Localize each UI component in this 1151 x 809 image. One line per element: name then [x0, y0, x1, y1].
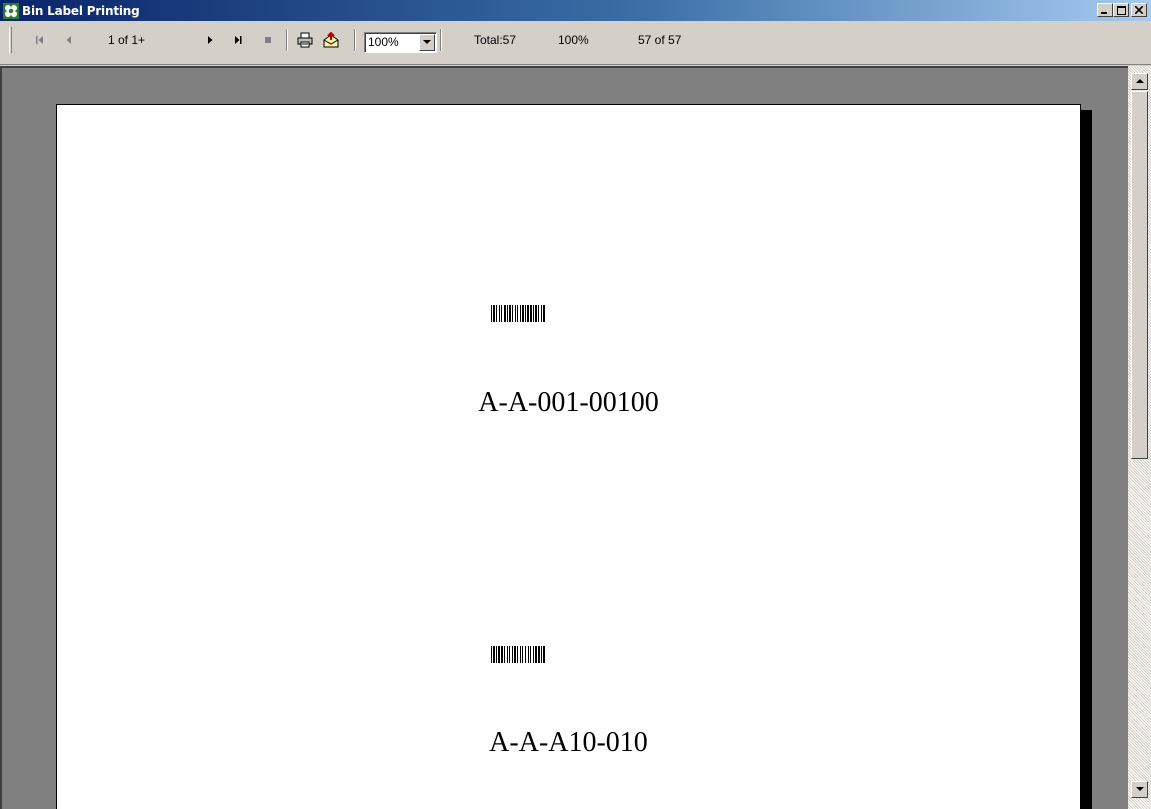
record-count: 57 of 57: [638, 21, 708, 59]
report-page: A-A-001-00100 A-A-A10-010: [56, 104, 1081, 809]
barcode-bar: [493, 305, 495, 322]
vertical-scrollbar[interactable]: [1128, 66, 1151, 809]
barcode-bar: [522, 305, 524, 322]
barcode-bar: [496, 305, 497, 322]
barcode-bar: [507, 646, 508, 663]
record-count-text: 57 of 57: [638, 33, 682, 47]
report-preview-area[interactable]: A-A-001-00100 A-A-A10-010: [0, 66, 1128, 809]
barcode-bar: [522, 646, 523, 663]
barcode-bar: [507, 305, 508, 322]
first-page-icon: [36, 36, 43, 44]
export-icon: [323, 32, 339, 48]
barcode-bar: [514, 646, 516, 663]
barcode-bar: [530, 646, 531, 663]
barcode-bar: [515, 305, 516, 322]
first-page-button[interactable]: [32, 21, 48, 59]
barcode-bar: [525, 646, 526, 663]
scroll-down-icon: [1135, 787, 1144, 791]
barcode-bar: [543, 305, 545, 322]
barcode-bar: [499, 305, 500, 322]
barcode-bar: [535, 646, 537, 663]
previous-page-icon: [66, 36, 71, 44]
bin-label-2: A-A-A10-010: [489, 727, 648, 758]
next-page-button[interactable]: [202, 21, 218, 59]
barcode-bar: [527, 305, 529, 322]
total-count: Total:57: [474, 21, 544, 59]
barcode-bar: [498, 646, 500, 663]
close-button[interactable]: [1131, 3, 1147, 17]
stop-icon: [265, 37, 271, 43]
bin-label-1: A-A-001-00100: [478, 387, 659, 418]
barcode-2: [491, 646, 583, 663]
progress-percent-text: 100%: [558, 33, 589, 47]
scroll-down-button[interactable]: [1131, 781, 1148, 798]
dropdown-arrow-icon: [423, 40, 431, 44]
barcode-1: [491, 305, 583, 322]
window-title: Bin Label Printing: [22, 3, 140, 18]
barcode-bar: [543, 646, 545, 663]
previous-page-button[interactable]: [61, 21, 77, 59]
barcode-bar: [512, 646, 513, 663]
barcode-bar: [525, 305, 526, 322]
maximize-button[interactable]: [1113, 3, 1129, 17]
progress-percent: 100%: [558, 21, 608, 59]
scroll-up-icon: [1135, 79, 1144, 83]
barcode-bar: [541, 646, 542, 663]
maximize-icon: [1116, 5, 1126, 15]
barcode-bar: [535, 305, 537, 322]
barcode-bar: [541, 305, 542, 322]
barcode-bar: [493, 646, 495, 663]
barcode-bar: [530, 305, 532, 322]
barcode-bar: [501, 646, 503, 663]
print-icon: [297, 32, 313, 48]
total-count-text: Total:57: [474, 33, 517, 47]
preview-toolbar: 1 of 1+ 100% Total:57 100% 57 of 57: [0, 21, 1151, 65]
stop-button[interactable]: [260, 21, 276, 59]
barcode-bar: [504, 646, 505, 663]
barcode-bar: [509, 305, 511, 322]
minimize-icon: [1101, 12, 1107, 14]
scroll-up-button[interactable]: [1131, 73, 1148, 90]
title-bar: Bin Label Printing: [0, 0, 1151, 21]
barcode-bar: [517, 305, 518, 322]
barcode-bar: [501, 305, 502, 322]
barcode-bar: [491, 646, 492, 663]
barcode-bar: [491, 305, 492, 322]
next-page-icon: [208, 36, 213, 44]
last-page-icon: [235, 36, 242, 44]
barcode-bar: [538, 305, 539, 322]
scroll-thumb[interactable]: [1131, 91, 1148, 459]
barcode-bar: [512, 305, 513, 322]
barcode-bar: [517, 646, 518, 663]
close-icon: [1135, 6, 1143, 14]
barcode-bar: [520, 305, 521, 322]
print-button[interactable]: [296, 21, 314, 59]
barcode-bar: [538, 646, 540, 663]
barcode-bar: [496, 646, 497, 663]
barcode-bar: [528, 646, 529, 663]
app-icon: [3, 2, 19, 19]
zoom-dropdown-button[interactable]: [419, 34, 435, 51]
zoom-value: 100%: [368, 35, 399, 49]
export-button[interactable]: [322, 21, 340, 59]
page-indicator: 1 of 1+: [108, 21, 172, 59]
last-page-button[interactable]: [230, 21, 246, 59]
barcode-bar: [520, 646, 521, 663]
barcode-bar: [533, 646, 534, 663]
barcode-bar: [509, 646, 510, 663]
toolbar-grip[interactable]: [9, 27, 12, 53]
barcode-bar: [504, 305, 506, 322]
page-indicator-text: 1 of 1+: [108, 33, 146, 47]
zoom-select[interactable]: 100%: [364, 32, 437, 53]
barcode-bar: [533, 305, 534, 322]
minimize-button[interactable]: [1097, 3, 1113, 17]
